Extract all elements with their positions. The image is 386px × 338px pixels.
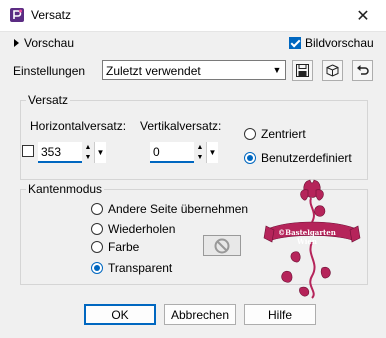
radio-selected-icon[interactable] (244, 152, 256, 164)
chevron-down-icon[interactable]: ▼ (269, 61, 285, 79)
slider-dropdown-icon[interactable]: ▼ (206, 142, 218, 163)
preview-label: Vorschau (24, 36, 75, 50)
slider-dropdown-icon[interactable]: ▼ (94, 142, 106, 163)
horizontal-offset-input[interactable]: 353 (38, 142, 82, 163)
kanten-option-label: Andere Seite übernehmen (108, 202, 249, 216)
cancel-button[interactable]: Abbrechen (164, 304, 236, 325)
vertical-offset-input[interactable]: 0 (150, 142, 194, 163)
watermark-line2: Wien (297, 237, 317, 246)
spin-updown-icon[interactable]: ▲ ▼ (195, 142, 205, 163)
kanten-option-wiederholen[interactable]: Wiederholen (91, 222, 175, 236)
kanten-option-label: Transparent (108, 261, 173, 275)
versatz-group-label: Versatz (26, 93, 71, 107)
kanten-option-label: Wiederholen (108, 222, 176, 236)
no-color-icon (214, 238, 230, 253)
einstellungen-combobox[interactable]: Zuletzt verwendet ▼ (102, 60, 286, 80)
undo-arrow-icon (357, 65, 369, 75)
floppy-disk-icon (296, 64, 309, 77)
radio-icon[interactable] (91, 241, 103, 253)
close-icon: ✕ (356, 7, 370, 25)
cube-icon (326, 64, 339, 77)
kantenmodus-group-label: Kantenmodus (26, 182, 105, 196)
spin-updown-icon[interactable]: ▲ ▼ (83, 142, 93, 163)
radio-icon[interactable] (244, 128, 256, 140)
expand-triangle-icon (14, 39, 19, 47)
einstellungen-label: Einstellungen (13, 64, 86, 78)
vertical-offset-spinner[interactable]: 0 ▲ ▼ ▼ (150, 142, 220, 163)
radio-selected-icon[interactable] (91, 262, 103, 274)
radio-icon[interactable] (91, 223, 103, 235)
kanten-option-transparent[interactable]: Transparent (91, 261, 172, 275)
save-preset-button[interactable] (292, 60, 313, 81)
vertical-offset-value: 0 (153, 145, 160, 159)
preview-expander[interactable]: Vorschau (14, 36, 74, 50)
reset-button[interactable] (352, 60, 373, 81)
benutzerdefiniert-radio[interactable]: Benutzerdefiniert (244, 151, 352, 165)
watermark-text: ©Bastelgarten Wien (268, 228, 346, 246)
preset-library-button[interactable] (322, 60, 343, 81)
watermark-line1: ©Bastelgarten (278, 228, 336, 237)
zentriert-label: Zentriert (261, 127, 306, 141)
help-button[interactable]: Hilfe (244, 304, 316, 325)
link-checkbox[interactable] (22, 145, 34, 157)
help-label: Hilfe (267, 307, 292, 322)
horizontal-offset-value: 353 (41, 145, 62, 159)
versatz-group (20, 100, 368, 180)
window-title: Versatz (31, 8, 72, 22)
horizontal-offset-spinner[interactable]: 353 ▲ ▼ ▼ (38, 142, 108, 163)
close-button[interactable]: ✕ (340, 0, 386, 31)
title-bar: Versatz ✕ (0, 0, 386, 32)
fill-color-swatch[interactable] (203, 235, 241, 256)
zentriert-radio[interactable]: Zentriert (244, 127, 306, 141)
app-icon (10, 8, 24, 22)
kanten-option-andere-seite[interactable]: Andere Seite übernehmen (91, 202, 248, 216)
cancel-label: Abbrechen (170, 307, 230, 322)
bildvorschau-label: Bildvorschau (305, 36, 374, 50)
ok-label: OK (111, 307, 129, 322)
kanten-option-label: Farbe (108, 240, 140, 254)
kanten-option-farbe[interactable]: Farbe (91, 240, 139, 254)
benutzerdefiniert-label: Benutzerdefiniert (261, 151, 352, 165)
vertical-offset-label: Vertikalversatz: (140, 119, 222, 133)
checkbox-checked-icon[interactable] (289, 37, 301, 49)
radio-icon[interactable] (91, 203, 103, 215)
horizontal-offset-label: Horizontalversatz: (30, 119, 127, 133)
einstellungen-value: Zuletzt verwendet (106, 64, 201, 78)
ok-button[interactable]: OK (84, 304, 156, 325)
bildvorschau-checkbox[interactable]: Bildvorschau (289, 36, 374, 50)
